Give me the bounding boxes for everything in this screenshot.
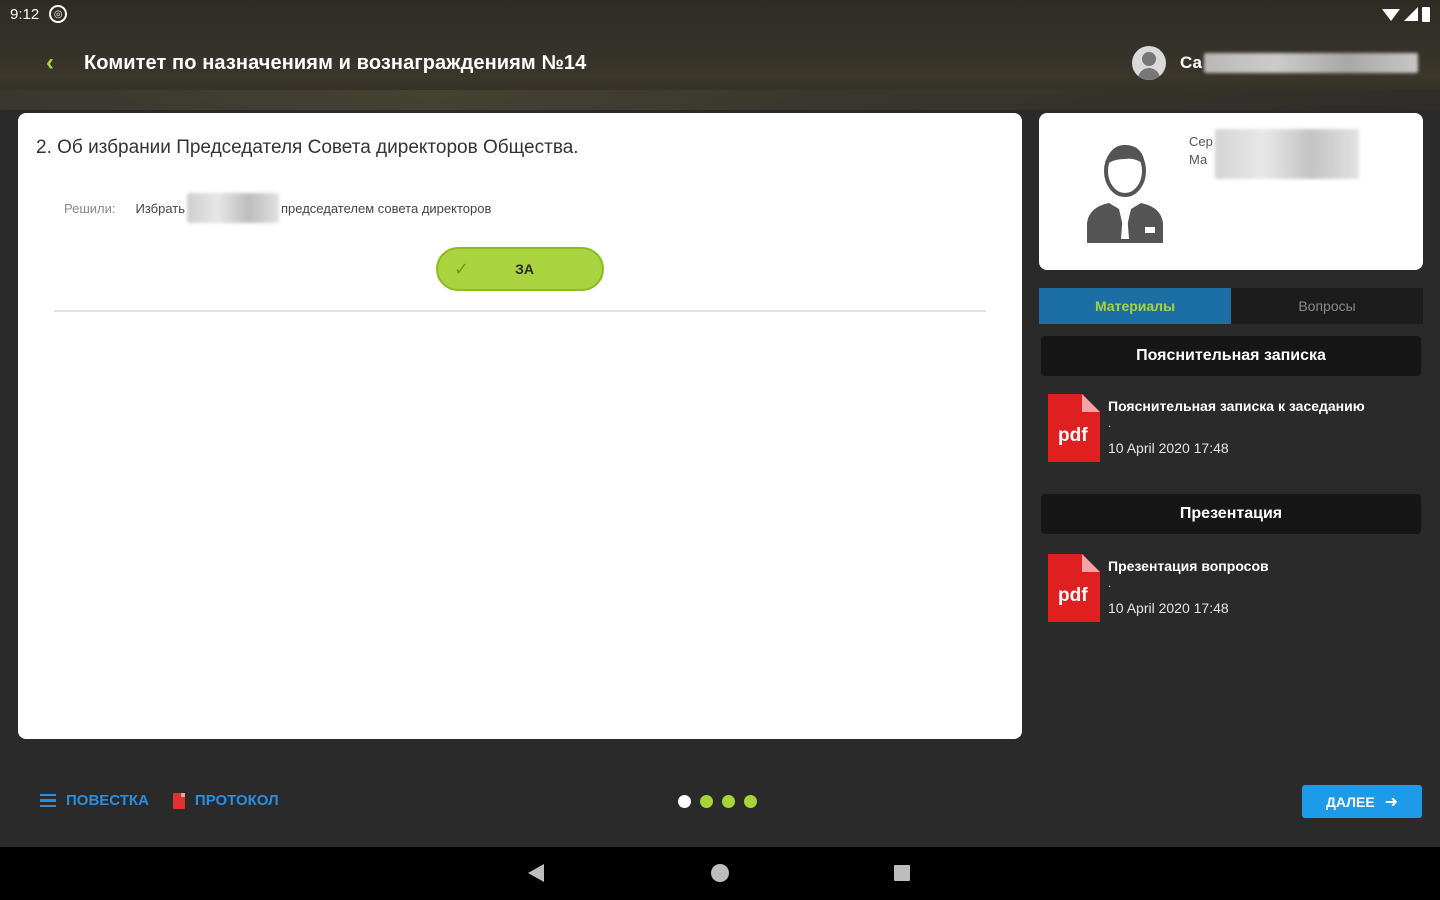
- person-avatar-icon: [1087, 145, 1163, 243]
- document-item-explanatory-note[interactable]: pdf Пояснительная записка к заседанию . …: [1046, 394, 1422, 466]
- document-subtitle: .: [1108, 576, 1112, 590]
- document-item-presentation[interactable]: pdf Презентация вопросов . 10 April 2020…: [1046, 554, 1422, 626]
- speaker-name-line2: Ма: [1189, 152, 1208, 167]
- document-date: 10 April 2020 17:48: [1108, 600, 1229, 616]
- svg-text:pdf: pdf: [1058, 425, 1088, 446]
- agenda-label: ПОВЕСТКА: [66, 792, 149, 809]
- status-bar: 9:12 ◎: [0, 0, 1440, 28]
- redacted-user-name: [1204, 53, 1418, 73]
- battery-icon: [1422, 6, 1430, 22]
- question-card: 2. Об избрании Председателя Совета дирек…: [18, 113, 1022, 739]
- speaker-name: Сер Ма: [1189, 133, 1213, 169]
- materials-tabs: Материалы Вопросы: [1039, 288, 1423, 324]
- document-subtitle: .: [1108, 416, 1112, 430]
- pager-dot[interactable]: [744, 795, 757, 808]
- status-time: 9:12: [10, 5, 40, 23]
- signal-icon: [1404, 7, 1418, 21]
- system-nav-bar: [0, 847, 1440, 900]
- nav-back-icon[interactable]: [528, 864, 544, 882]
- page-title: Комитет по назначениям и вознаграждениям…: [84, 51, 587, 74]
- next-button[interactable]: ДАЛЕЕ ➜: [1302, 785, 1422, 818]
- user-name: Са: [1180, 53, 1202, 72]
- avatar[interactable]: [1132, 46, 1167, 80]
- bottom-actions: ПОВЕСТКА ПРОТОКОЛ: [40, 792, 279, 809]
- page-indicator: [678, 795, 757, 808]
- divider: [54, 310, 986, 312]
- tab-materials[interactable]: Материалы: [1039, 288, 1231, 324]
- redacted-speaker-name: [1215, 129, 1359, 179]
- document-date: 10 April 2020 17:48: [1108, 440, 1229, 456]
- app-header: ‹ Комитет по назначениям и вознаграждени…: [0, 36, 1440, 90]
- pager-dot[interactable]: [722, 795, 735, 808]
- document-title: Презентация вопросов: [1108, 558, 1269, 574]
- list-icon: [40, 793, 56, 808]
- section-header-presentation: Презентация: [1041, 494, 1421, 534]
- next-label: ДАЛЕЕ: [1325, 793, 1375, 810]
- pdf-document-icon: [172, 792, 185, 809]
- decision-label: Решили:: [64, 200, 116, 216]
- protocol-button[interactable]: ПРОТОКОЛ: [172, 792, 279, 809]
- speaker-name-line1: Сер: [1189, 134, 1213, 149]
- svg-text:pdf: pdf: [1058, 585, 1088, 606]
- arrow-right-icon: ➜: [1384, 793, 1399, 811]
- document-title: Пояснительная записка к заседанию: [1108, 398, 1365, 414]
- question-title: 2. Об избрании Председателя Совета дирек…: [36, 137, 579, 158]
- vote-for-button[interactable]: ✓ ЗА: [436, 247, 604, 291]
- speaker-card: Сер Ма: [1039, 113, 1423, 270]
- redacted-candidate-name: [187, 193, 279, 223]
- nav-home-icon[interactable]: [711, 864, 729, 882]
- vote-label: ЗА: [515, 261, 534, 277]
- sync-icon: ◎: [49, 5, 68, 23]
- tab-questions[interactable]: Вопросы: [1231, 288, 1423, 324]
- pager-dot[interactable]: [700, 795, 713, 808]
- decision-row: Решили: Избрать председателем совета дир…: [64, 193, 491, 223]
- pdf-file-icon: pdf: [1048, 554, 1100, 622]
- decision-suffix: председателем совета директоров: [281, 200, 492, 216]
- section-header-explanatory-note: Пояснительная записка: [1041, 336, 1421, 376]
- status-indicators: [1382, 6, 1430, 22]
- wifi-icon: [1382, 9, 1400, 21]
- pdf-file-icon: pdf: [1048, 394, 1100, 462]
- agenda-button[interactable]: ПОВЕСТКА: [40, 792, 149, 809]
- pager-dot[interactable]: [678, 795, 691, 808]
- decision-prefix: Избрать: [135, 200, 185, 216]
- back-chevron-icon[interactable]: ‹: [30, 49, 70, 77]
- protocol-label: ПРОТОКОЛ: [194, 792, 279, 809]
- nav-recents-icon[interactable]: [894, 865, 910, 881]
- header-user[interactable]: Са: [1132, 46, 1418, 80]
- checkmark-icon: ✓: [454, 258, 470, 279]
